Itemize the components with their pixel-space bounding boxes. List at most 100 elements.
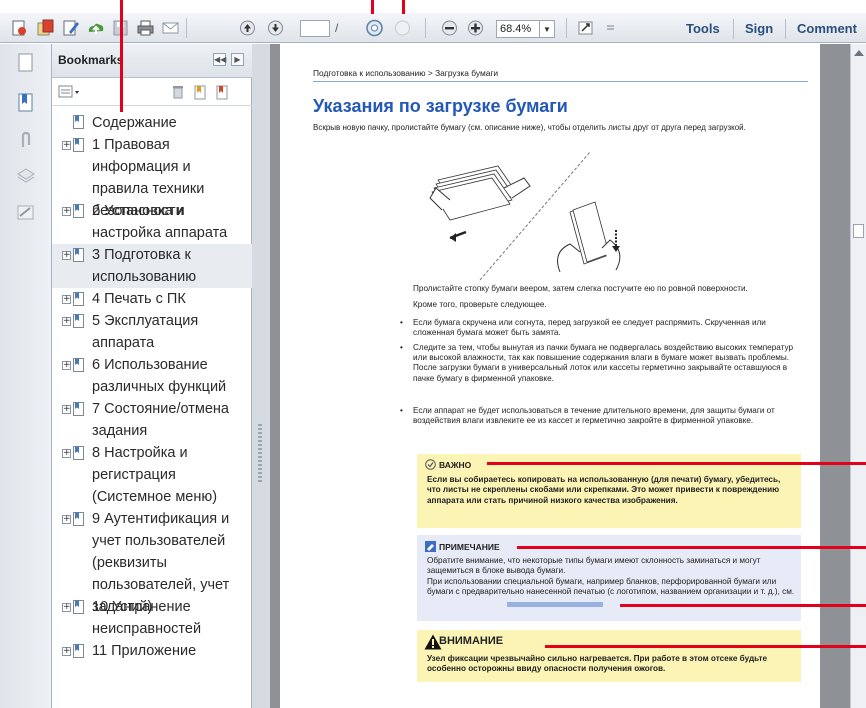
signatures-icon[interactable] [15,202,37,224]
expand-toggle[interactable]: + [62,449,71,458]
important-box: ВАЖНО Если вы собираетесь копировать на … [417,454,801,528]
splitter-grip[interactable] [258,424,262,484]
bookmark-item[interactable]: + 7 Состояние/отмена задания [52,398,252,442]
expand-toggle[interactable]: + [62,251,71,260]
fit-page-icon[interactable] [576,19,595,37]
caution-box: ВНИМАНИЕ Узел фиксации чрезвычайно сильн… [417,630,801,682]
bookmark-label: 10 Устранение неисправностей [92,599,202,637]
upload-cloud-icon[interactable] [86,19,105,37]
expand-toggle[interactable]: + [62,515,71,524]
bookmark-options-icon[interactable] [58,84,82,100]
vertical-scrollbar[interactable] [850,44,866,708]
callout-line-link [620,604,866,607]
previous-page-icon[interactable] [238,19,257,37]
intro-paragraph: Вскрыв новую пачку, пролистайте бумагу (… [313,123,746,132]
zoom-level-input[interactable]: 68.4% [496,20,540,38]
page-separator: / [335,21,339,35]
email-icon[interactable] [161,19,180,37]
bookmark-label: 4 Печать с ПК [92,291,186,307]
page-breadcrumb: Подготовка к использованию > Загрузка бу… [313,68,499,78]
bookmark-item[interactable]: + 8 Настройка и регистрация (Системное м… [52,442,252,508]
bookmark-page-icon [73,600,84,614]
new-bookmark-icon[interactable] [192,84,208,100]
bookmark-page-icon [73,358,84,372]
note-icon [425,541,436,552]
scroll-up-arrow[interactable] [854,50,864,56]
expand-bookmark-icon[interactable] [214,84,230,100]
panel-options-button[interactable]: ▶ [231,53,244,66]
document-page: Подготовка к использованию > Загрузка бу… [280,44,820,708]
zoom-in-icon[interactable] [466,19,485,37]
document-viewport: Подготовка к использованию > Загрузка бу… [270,44,850,708]
full-screen-icon[interactable] [393,19,412,37]
panel-splitter[interactable] [252,44,270,708]
collapse-panel-button[interactable]: ◀◀ [213,53,226,66]
navigation-pane-strip [0,44,52,708]
callout-line-caution [545,645,866,648]
expand-toggle[interactable]: + [62,141,71,150]
note-heading: ПРИМЕЧАНИЕ [439,542,500,552]
bookmark-item[interactable]: + 5 Эксплуатация аппарата [52,310,252,354]
expand-toggle[interactable]: + [62,295,71,304]
bookmark-item[interactable]: Содержание [52,112,252,134]
bookmark-item[interactable]: + 2 Установка и настройка аппарата [52,200,252,244]
page-number-input[interactable] [300,20,330,37]
important-text: Если вы собираетесь копировать на исполь… [427,475,781,505]
more-tools-icon[interactable] [601,19,620,37]
bookmark-item[interactable]: + 1 Правовая информация и правила техник… [52,134,252,219]
expand-toggle[interactable]: + [62,405,71,414]
read-mode-icon[interactable] [365,19,384,37]
check-circle-icon [425,459,436,470]
bullet-item: • Следите за тем, чтобы вынутая из пачки … [400,343,794,383]
zoom-out-icon[interactable] [440,19,459,37]
paper-fanning-illustration [429,152,621,281]
expand-toggle[interactable]: + [62,317,71,326]
bullet-text: Следите за тем, чтобы вынутая из пачки б… [413,343,794,383]
expand-toggle[interactable]: + [62,647,71,656]
bullet-text: Если аппарат не будет использоваться в т… [413,406,775,426]
combine-files-icon[interactable] [36,19,55,37]
bookmark-item[interactable]: + 10 Устранение неисправностей [52,596,252,640]
expand-toggle[interactable]: + [62,361,71,370]
caution-text: Узел фиксации чрезвычайно сильно нагрева… [427,654,768,674]
bookmark-item[interactable]: + 11 Приложение [52,640,252,662]
next-page-icon[interactable] [266,19,285,37]
bookmark-page-icon [73,402,84,416]
bookmarks-panel-icon[interactable] [15,92,37,114]
bookmark-page-icon [73,644,84,658]
page-thumbnails-icon[interactable] [15,52,37,74]
bookmarks-title: Bookmarks [58,53,124,67]
bookmark-label: 2 Установка и настройка аппарата [92,203,228,241]
callout-line-important [487,462,866,465]
page-title: Указания по загрузке бумаги [313,96,568,116]
comment-link[interactable]: Comment [797,21,857,36]
bookmark-item[interactable]: + 6 Использование различных функций [52,354,252,398]
zoom-dropdown-button[interactable]: ▼ [540,20,555,38]
bookmark-label: 5 Эксплуатация аппарата [92,313,199,351]
delete-bookmark-icon[interactable] [170,84,186,100]
bookmark-page-icon [73,292,84,306]
bookmark-item[interactable]: + 4 Печать с ПК [52,288,252,310]
expand-toggle[interactable]: + [62,207,71,216]
sign-link[interactable]: Sign [745,21,773,36]
tools-link[interactable]: Tools [686,21,720,36]
scroll-thumb[interactable] [853,224,864,238]
edit-document-icon[interactable] [61,19,80,37]
bookmark-item[interactable]: + 9 Аутентификация и учет пользователей … [52,508,252,615]
bookmark-label: Содержание [92,115,177,131]
layers-icon[interactable] [15,165,37,187]
callout-line-note [517,546,866,549]
also-check-text: Кроме того, проверьте следующее. [413,300,547,309]
note-text-1: Обратите внимание, что некоторые типы бу… [427,556,761,576]
print-icon[interactable] [136,19,155,37]
bookmark-page-icon [73,138,84,152]
bookmark-page-icon [73,204,84,218]
bookmark-item-selected[interactable]: + 3 Подготовка к использованию [52,244,252,288]
bookmark-page-icon [73,512,84,526]
bookmark-page-icon [73,248,84,262]
attachments-icon[interactable] [15,130,37,152]
note-reference-link[interactable] [507,602,603,607]
create-pdf-icon[interactable] [10,19,29,37]
bullet-item: • Если аппарат не будет использоваться в … [400,406,775,426]
expand-toggle[interactable]: + [62,603,71,612]
